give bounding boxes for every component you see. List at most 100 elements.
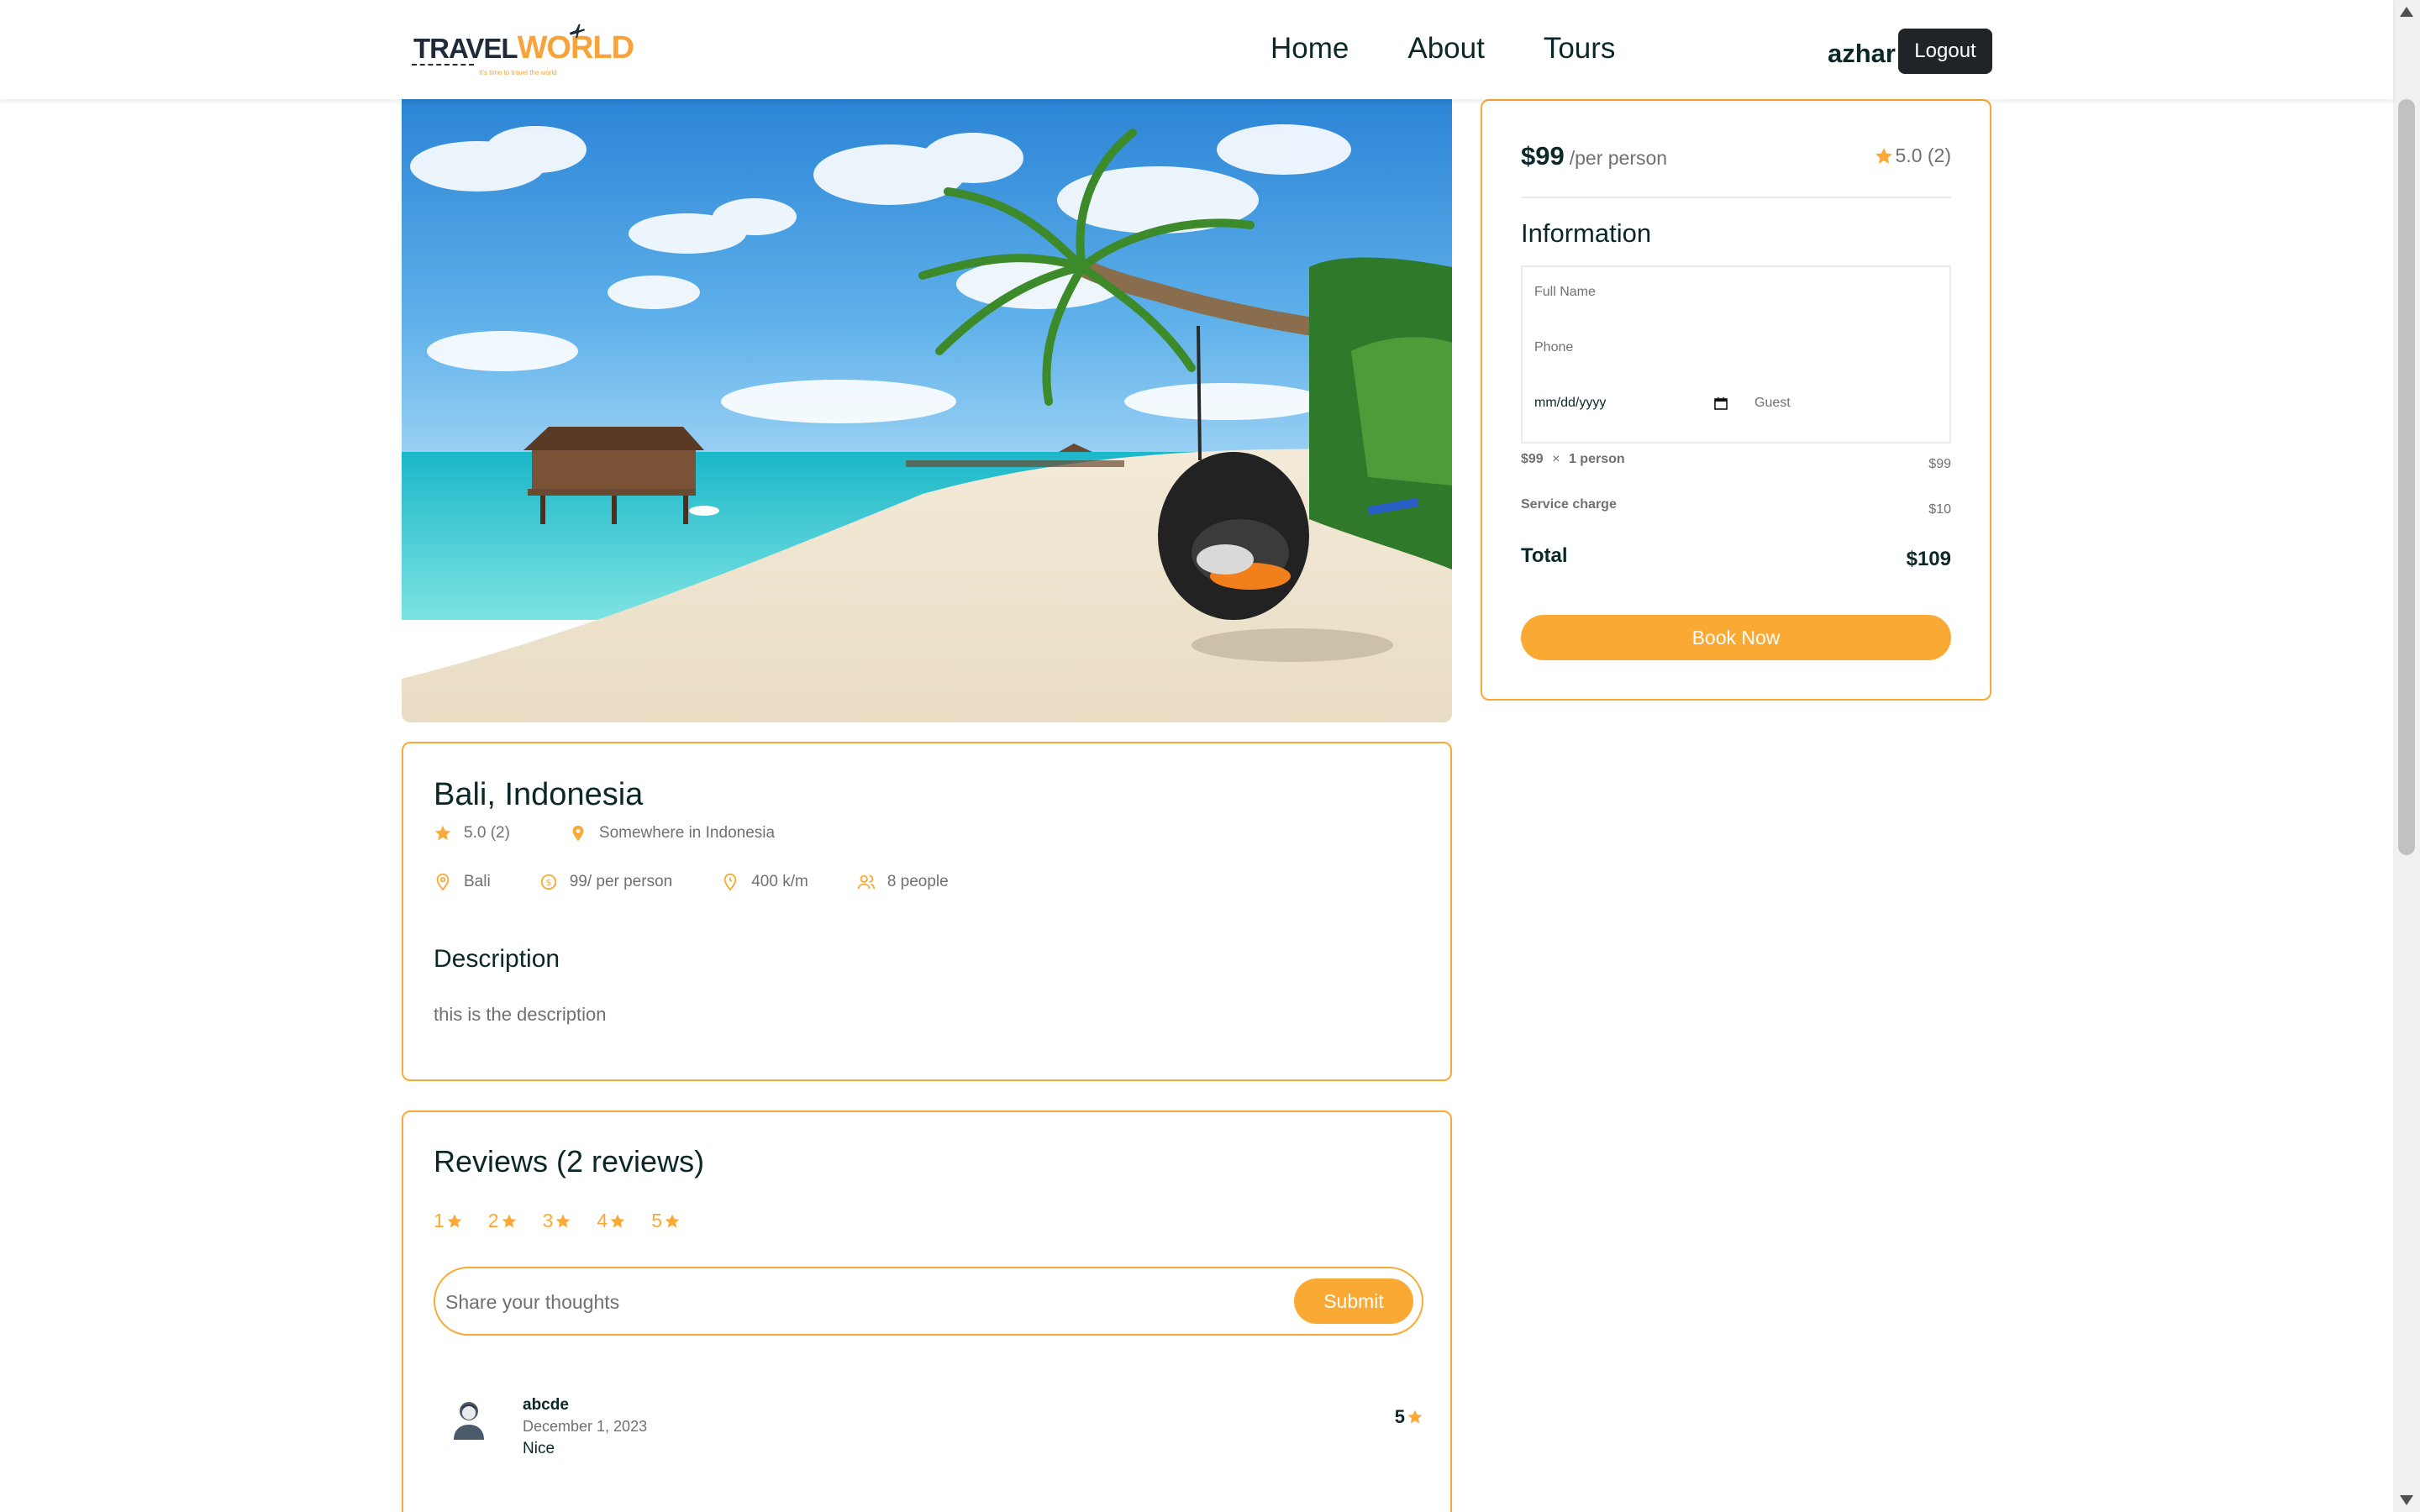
- booking-rating-value: 5.0 (2): [1895, 144, 1951, 166]
- airplane-icon: [569, 24, 586, 39]
- user-avatar-icon: [454, 1402, 484, 1440]
- tour-meta-row-2: Bali $ 99/ per person 400 k/m 8 people: [434, 873, 949, 891]
- tour-city: Bali: [434, 873, 491, 891]
- booking-rating: 5.0 (2): [1874, 144, 1951, 167]
- logout-button[interactable]: Logout: [1898, 29, 1992, 74]
- review-username: abcde: [523, 1396, 569, 1414]
- price-line-value: $99: [1928, 457, 1951, 471]
- rating-option-2[interactable]: 2: [488, 1210, 518, 1232]
- star-icon: [556, 1214, 571, 1227]
- guest-input[interactable]: [1754, 390, 1939, 417]
- reviews-card: Reviews (2 reviews) 1 2 3 4 5 Submit abc…: [402, 1110, 1452, 1512]
- star-icon: [1407, 1410, 1423, 1424]
- service-charge-value: $10: [1928, 502, 1951, 517]
- description-text: this is the description: [434, 1004, 607, 1025]
- review-submit-button[interactable]: Submit: [1294, 1278, 1413, 1324]
- date-input[interactable]: mm/dd/yyyy: [1534, 391, 1728, 415]
- money-icon: $: [540, 874, 556, 890]
- tour-photo: [402, 99, 1452, 722]
- scroll-down-arrow-icon[interactable]: [2400, 1495, 2413, 1505]
- username-label: azhar: [1828, 39, 1896, 68]
- travelworld-logo[interactable]: TRAVELWORLD It's time to travel the worl…: [410, 24, 634, 81]
- booking-price-unit: /per person: [1569, 147, 1668, 169]
- tour-distance-value: 400 k/m: [751, 873, 808, 890]
- review-rating-value: 5: [1394, 1406, 1405, 1427]
- booking-card: $99/per person 5.0 (2) Information mm/dd…: [1481, 99, 1991, 701]
- tour-address: Somewhere in Indonesia: [569, 824, 775, 843]
- tour-rating: 5.0 (2): [434, 824, 510, 843]
- rating-option-label: 1: [434, 1210, 445, 1231]
- reviews-title: Reviews (2 reviews): [434, 1144, 705, 1179]
- description-heading: Description: [434, 945, 560, 973]
- star-icon: [434, 825, 451, 841]
- rating-option-label: 2: [487, 1210, 499, 1231]
- rating-selector: 1 2 3 4 5: [434, 1210, 681, 1232]
- tour-group-size: 8 people: [857, 873, 949, 891]
- logo-dashed-line: [412, 64, 474, 66]
- review-input-group: Submit: [434, 1267, 1423, 1336]
- review-date: December 1, 2023: [523, 1418, 648, 1435]
- map-pin-icon: [572, 825, 584, 842]
- review-text: Nice: [523, 1440, 555, 1457]
- svg-text:$: $: [545, 877, 551, 888]
- tour-address-value: Somewhere in Indonesia: [598, 824, 776, 842]
- calendar-icon[interactable]: [1714, 396, 1728, 410]
- rating-option-4[interactable]: 4: [597, 1210, 626, 1232]
- tour-info-card: Bali, Indonesia 5.0 (2) Somewhere in Ind…: [402, 742, 1452, 1081]
- service-charge-row: Service charge $10: [1521, 497, 1951, 517]
- book-now-button[interactable]: Book Now: [1521, 615, 1951, 660]
- date-input-value: mm/dd/yyyy: [1534, 396, 1607, 410]
- booking-price: $99/per person: [1521, 141, 1667, 171]
- page-scrollbar[interactable]: [2393, 0, 2420, 1512]
- total-value: $109: [1906, 548, 1951, 570]
- rating-option-5[interactable]: 5: [651, 1210, 681, 1232]
- full-name-input[interactable]: [1534, 279, 1938, 306]
- booking-form: mm/dd/yyyy: [1521, 265, 1951, 444]
- tour-title: Bali, Indonesia: [434, 777, 644, 812]
- rating-option-label: 4: [597, 1210, 608, 1231]
- map-pin-time-icon: [723, 873, 737, 891]
- times-icon: ×: [1552, 452, 1560, 466]
- star-icon: [502, 1214, 516, 1227]
- price-line-unit-price: $99: [1521, 452, 1544, 466]
- scrollbar-thumb[interactable]: [2398, 99, 2415, 855]
- booking-price-value: $99: [1521, 141, 1565, 171]
- review-item: abcde December 1, 2023 Nice 5: [445, 1394, 1423, 1470]
- review-text-input[interactable]: [445, 1284, 1269, 1320]
- nav-home[interactable]: Home: [1270, 32, 1349, 66]
- price-line-persons: 1 person: [1568, 452, 1625, 466]
- rating-option-1[interactable]: 1: [434, 1210, 463, 1232]
- main-nav: Home About Tours: [1270, 32, 1615, 66]
- tour-meta-row-1: 5.0 (2) Somewhere in Indonesia: [434, 824, 775, 843]
- site-header: TRAVELWORLD It's time to travel the worl…: [0, 0, 2393, 99]
- nav-tours[interactable]: Tours: [1544, 32, 1616, 66]
- rating-option-label: 5: [651, 1210, 662, 1231]
- booking-divider: [1521, 197, 1951, 198]
- tour-distance: 400 k/m: [721, 873, 808, 891]
- beach-palm-image: [402, 99, 1452, 722]
- total-label: Total: [1521, 544, 1568, 567]
- group-icon: [857, 874, 875, 890]
- price-line-row: $99 × 1 person $99: [1521, 452, 1951, 472]
- price-line-label: $99 × 1 person: [1521, 452, 1625, 472]
- review-rating: 5: [1395, 1406, 1423, 1428]
- rating-option-label: 3: [542, 1210, 554, 1231]
- tour-city-value: Bali: [464, 873, 491, 890]
- logo-wordmark: TRAVELWORLD: [413, 30, 634, 66]
- nav-about[interactable]: About: [1407, 32, 1484, 66]
- logo-tagline: It's time to travel the world: [479, 69, 557, 76]
- scroll-up-arrow-icon[interactable]: [2400, 7, 2413, 17]
- tour-price-value: 99/ per person: [569, 873, 673, 890]
- rating-option-3[interactable]: 3: [543, 1210, 572, 1232]
- phone-input[interactable]: [1534, 334, 1938, 361]
- service-charge-label: Service charge: [1521, 497, 1617, 512]
- location-outline-icon: [436, 873, 450, 891]
- star-icon: [665, 1214, 680, 1227]
- information-heading: Information: [1521, 218, 1652, 248]
- star-icon: [1875, 147, 1892, 164]
- tour-rating-value: 5.0 (2): [464, 824, 510, 842]
- total-row: Total $109: [1521, 544, 1951, 571]
- star-icon: [610, 1214, 625, 1227]
- star-icon: [447, 1214, 462, 1227]
- tour-group-size-value: 8 people: [886, 873, 949, 890]
